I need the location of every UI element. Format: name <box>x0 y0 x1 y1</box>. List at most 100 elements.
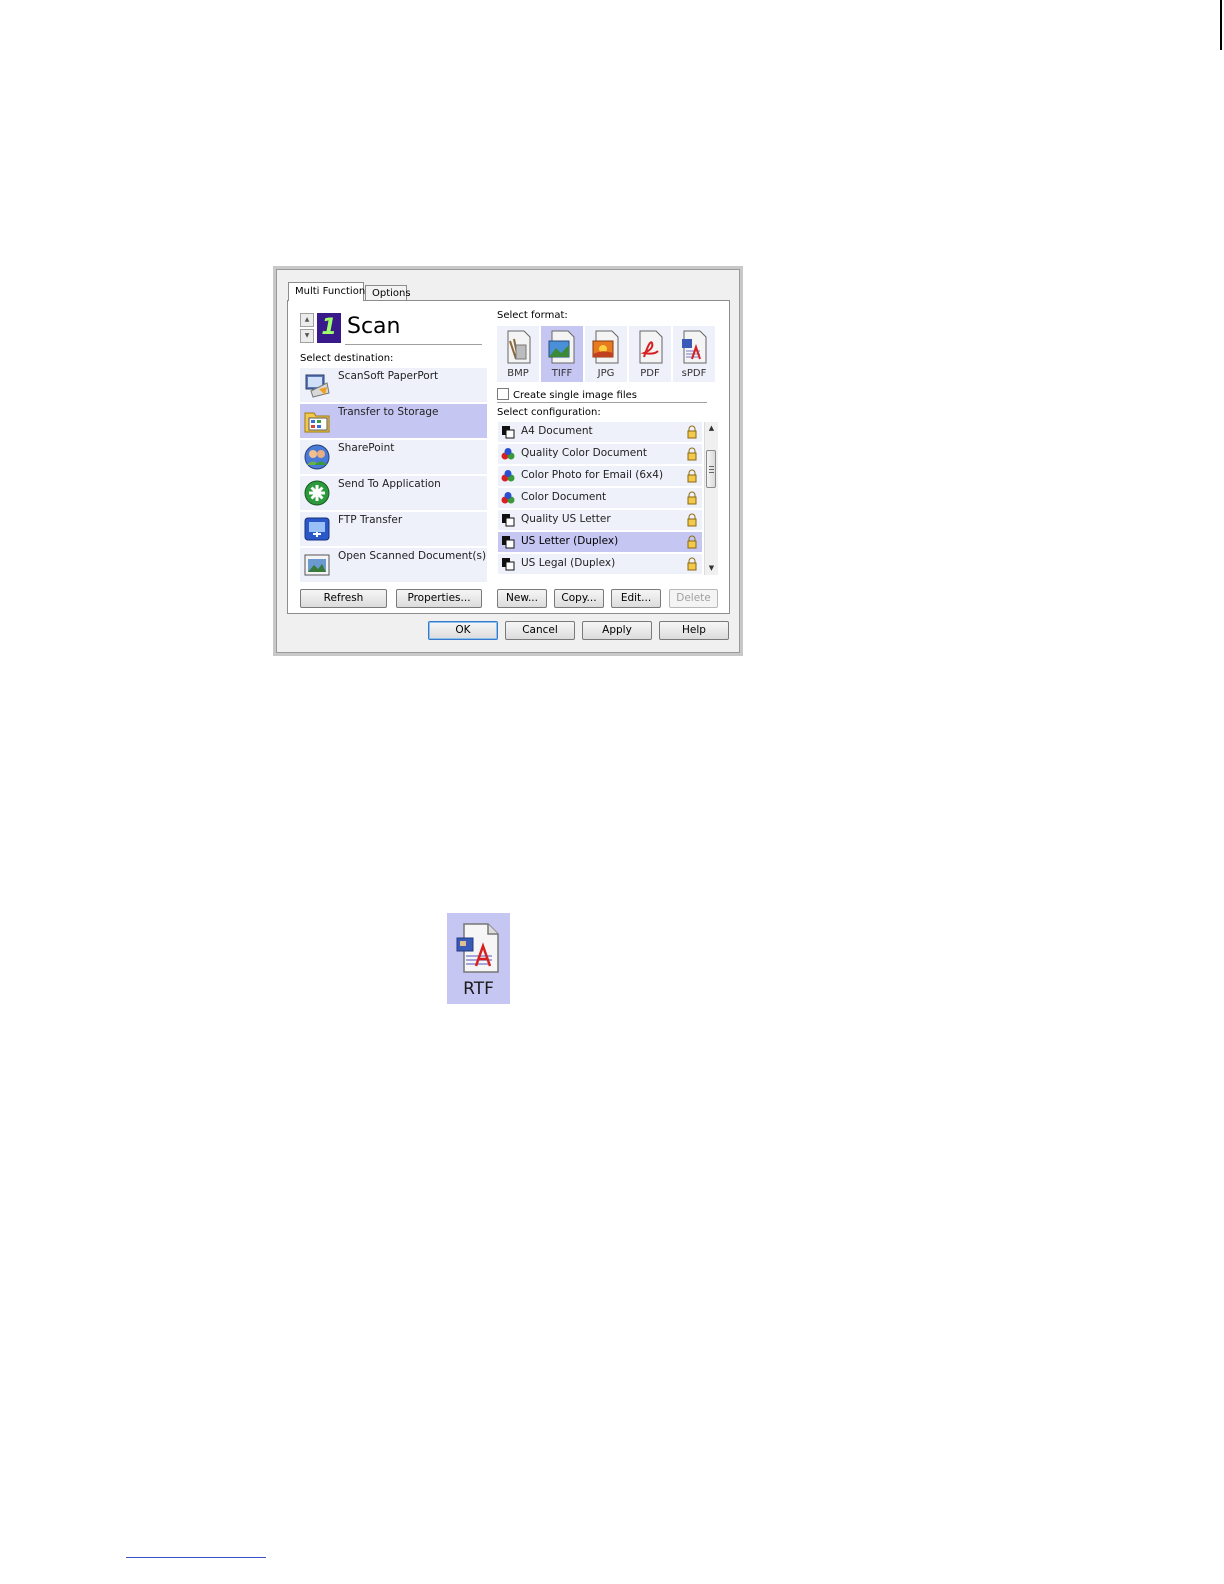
configuration-scrollbar[interactable]: ▲ ▼ <box>704 422 718 575</box>
configuration-label: US Letter (Duplex) <box>521 535 619 547</box>
destination-label: SharePoint <box>338 442 395 454</box>
destination-label: Send To Application <box>338 478 441 490</box>
destination-item-ftp-transfer[interactable]: FTP Transfer <box>300 512 487 546</box>
top-edge-rule <box>1220 0 1222 50</box>
format-tiff[interactable]: TIFF <box>541 326 583 382</box>
tab-options[interactable]: Options <box>365 285 411 300</box>
grip-line <box>709 466 714 467</box>
scan-number-badge: 1 <box>317 313 341 343</box>
configuration-label: A4 Document <box>521 425 593 437</box>
configuration-item[interactable]: Quality Color Document <box>498 444 702 464</box>
scan-dialog: Multi Function Options ▲ ▼ 1 Scan Select… <box>273 266 743 656</box>
configuration-item[interactable]: A4 Document <box>498 422 702 442</box>
delete-button[interactable]: Delete <box>669 589 718 608</box>
bw-document-icon <box>502 426 515 439</box>
help-button[interactable]: Help <box>659 621 729 640</box>
lock-icon <box>687 425 697 439</box>
ok-button[interactable]: OK <box>428 621 498 640</box>
lock-icon <box>687 491 697 505</box>
scan-spinner[interactable]: ▲ ▼ <box>300 313 314 343</box>
spdf-format-icon <box>682 330 707 364</box>
color-document-icon <box>501 492 515 504</box>
bw-document-icon <box>502 558 515 571</box>
spin-down-icon[interactable]: ▼ <box>300 329 314 343</box>
tab-multi-function[interactable]: Multi Function <box>288 282 365 301</box>
format-spdf[interactable]: sPDF <box>673 326 715 382</box>
footnote-rule <box>126 1557 266 1558</box>
cancel-button[interactable]: Cancel <box>505 621 575 640</box>
grip-line <box>709 472 714 473</box>
create-single-checkbox[interactable] <box>497 388 509 400</box>
lock-icon <box>687 513 697 527</box>
destination-item-sharepoint[interactable]: SharePoint <box>300 440 487 474</box>
select-destination-label: Select destination: <box>300 353 394 364</box>
configuration-label: Color Document <box>521 491 607 503</box>
scroll-thumb[interactable] <box>706 450 716 488</box>
format-label: BMP <box>507 368 529 379</box>
open-document-icon <box>304 554 330 576</box>
spin-up-icon[interactable]: ▲ <box>300 313 314 327</box>
destination-list: ScanSoft PaperPort Transfer to Storage S… <box>300 368 487 584</box>
tab-panel: ▲ ▼ 1 Scan Select destination: ScanSoft … <box>287 300 730 614</box>
destination-item-send-to-application[interactable]: Send To Application <box>300 476 487 510</box>
destination-item-paperport[interactable]: ScanSoft PaperPort <box>300 368 487 402</box>
format-label: sPDF <box>681 368 707 379</box>
color-document-icon <box>501 470 515 482</box>
rtf-format-tile: RTF <box>447 913 510 1004</box>
edit-button[interactable]: Edit... <box>611 589 661 608</box>
format-divider <box>497 402 707 403</box>
configuration-label: Quality Color Document <box>521 447 648 459</box>
create-single-label: Create single image files <box>513 390 637 401</box>
format-label: TIFF <box>551 368 573 379</box>
ftp-icon <box>304 517 330 541</box>
format-pdf[interactable]: PDF <box>629 326 671 382</box>
select-configuration-label: Select configuration: <box>497 407 601 418</box>
destination-label: FTP Transfer <box>338 514 403 526</box>
application-icon <box>304 480 330 506</box>
select-format-label: Select format: <box>497 310 568 321</box>
jpg-format-icon <box>592 330 619 364</box>
destination-item-open-scanned-documents[interactable]: Open Scanned Document(s) <box>300 548 487 582</box>
lock-icon <box>687 469 697 483</box>
configuration-label: Quality US Letter <box>521 513 611 525</box>
sharepoint-icon <box>304 444 330 470</box>
destination-label: ScanSoft PaperPort <box>338 370 439 382</box>
copy-button[interactable]: Copy... <box>554 589 604 608</box>
rtf-format-icon <box>456 923 499 973</box>
format-label: JPG <box>597 368 615 379</box>
create-single-image-option[interactable]: Create single image files <box>497 388 637 401</box>
grip-line <box>709 469 714 470</box>
destination-label: Open Scanned Document(s) <box>338 550 487 562</box>
lock-icon <box>687 447 697 461</box>
configuration-item[interactable]: Color Photo for Email (6x4) <box>498 466 702 486</box>
paperport-icon <box>305 374 330 398</box>
scan-divider <box>345 344 482 345</box>
scroll-down-icon[interactable]: ▼ <box>705 562 718 575</box>
configuration-item-selected[interactable]: US Letter (Duplex) <box>498 532 702 552</box>
new-button[interactable]: New... <box>497 589 547 608</box>
lock-icon <box>687 535 697 549</box>
rtf-label: RTF <box>463 979 494 999</box>
configuration-label: Color Photo for Email (6x4) <box>521 469 664 481</box>
format-bmp[interactable]: BMP <box>497 326 539 382</box>
format-jpg[interactable]: JPG <box>585 326 627 382</box>
properties-button[interactable]: Properties... <box>396 589 482 608</box>
scroll-up-icon[interactable]: ▲ <box>705 422 718 435</box>
tiff-format-icon <box>548 330 575 364</box>
configuration-item[interactable]: US Legal (Duplex) <box>498 554 702 574</box>
lock-icon <box>687 557 697 571</box>
bmp-format-icon <box>507 330 531 364</box>
apply-button[interactable]: Apply <box>582 621 652 640</box>
destination-item-transfer-to-storage[interactable]: Transfer to Storage <box>300 404 487 438</box>
scan-selector: ▲ ▼ 1 Scan <box>300 311 482 345</box>
configuration-item[interactable]: Color Document <box>498 488 702 508</box>
format-label: PDF <box>640 368 660 379</box>
scan-title: Scan <box>347 314 401 339</box>
refresh-button[interactable]: Refresh <box>300 589 387 608</box>
color-document-icon <box>501 448 515 460</box>
bw-document-icon <box>502 536 515 549</box>
configuration-list: A4 Document Quality Color Document Color… <box>498 422 718 577</box>
format-selector: BMP TIFF JPG PDF sPDF <box>497 326 717 382</box>
bw-document-icon <box>502 514 515 527</box>
configuration-item[interactable]: Quality US Letter <box>498 510 702 530</box>
